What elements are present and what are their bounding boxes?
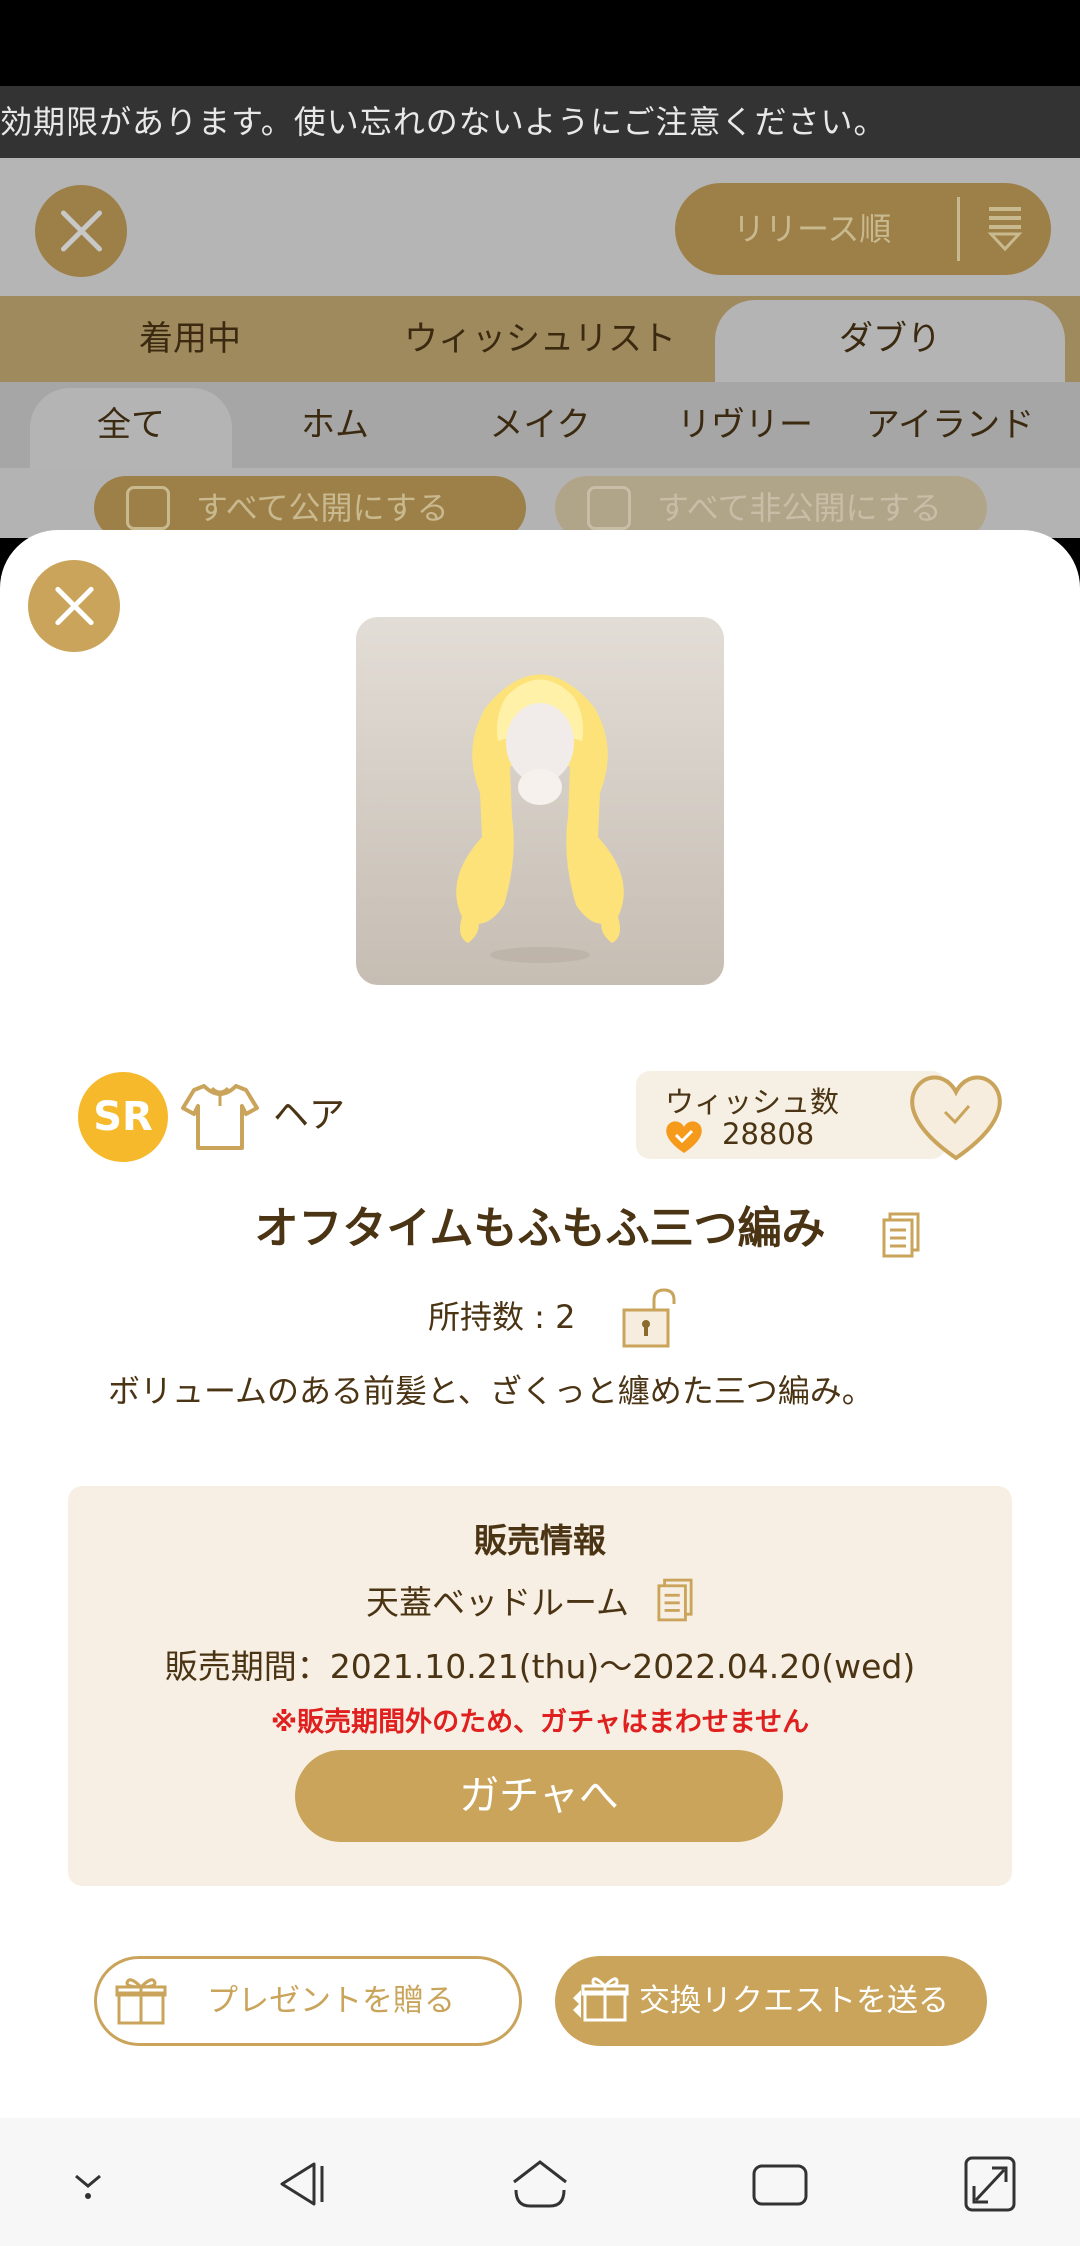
send-trade-request-button[interactable]: 交換リクエストを送る <box>555 1956 987 2046</box>
tab-wearing: 着用中 <box>139 319 241 359</box>
close-button[interactable] <box>28 560 120 652</box>
wish-count: 28808 <box>722 1117 815 1151</box>
shirt-icon <box>181 1084 259 1150</box>
make-all-private-button: すべて非公開にする <box>555 476 987 538</box>
wish-count-box: ウィッシュ数 28808 <box>636 1071 946 1159</box>
background-close-button <box>35 185 127 277</box>
system-nav-bar <box>0 2118 1080 2246</box>
rarity-badge: SR <box>78 1072 168 1162</box>
subtab-hom: ホム <box>301 405 369 445</box>
owned-count: 所持数 : 2 <box>428 1298 576 1336</box>
subtab-make: メイク <box>489 405 591 445</box>
wishlist-heart-button[interactable] <box>905 1068 1007 1164</box>
back-icon[interactable] <box>268 2152 332 2216</box>
sort-label: リリース順 <box>733 210 892 248</box>
item-category: ヘア <box>273 1095 346 1136</box>
unlock-icon[interactable] <box>620 1288 680 1348</box>
background-tabs: 着用中 ウィッシュリスト ダブり <box>0 296 1080 382</box>
status-bar <box>0 0 1080 86</box>
send-present-label: プレゼントを贈る <box>207 1983 455 2019</box>
background-subtabs: 全て ホム メイク リヴリー アイランド <box>0 382 1080 468</box>
make-all-public-button: すべて公開にする <box>94 476 526 538</box>
gacha-name: 天蓋ベッドルーム <box>366 1583 630 1622</box>
recent-apps-icon[interactable] <box>748 2152 812 2216</box>
sales-warning: ※販売期間外のため、ガチャはまわせません <box>270 1707 810 1738</box>
subtab-all: 全て <box>97 405 165 445</box>
document-icon[interactable] <box>657 1578 693 1622</box>
home-icon[interactable] <box>508 2152 572 2216</box>
go-to-gacha-button[interactable]: ガチャへ <box>295 1750 783 1842</box>
send-present-button[interactable]: プレゼントを贈る <box>94 1956 522 2046</box>
item-description: ボリュームのある前髪と、ざくっと纏めた三つ編み。 <box>108 1372 874 1410</box>
notice-marquee: 効期限があります。使い忘れのないようにご注意ください。 <box>0 86 1080 158</box>
heart-icon <box>666 1121 702 1153</box>
sales-info-box: 販売情報 天蓋ベッドルーム 販売期間：2021.10.21(thu)〜2022.… <box>68 1486 1012 1886</box>
background-header: リリース順 <box>0 158 1080 296</box>
document-icon[interactable] <box>882 1212 920 1258</box>
sales-period: 販売期間：2021.10.21(thu)〜2022.04.20(wed) <box>164 1647 916 1686</box>
trade-gift-icon <box>573 1977 629 2022</box>
sales-info-title: 販売情報 <box>474 1521 606 1560</box>
subtab-island: アイランド <box>865 405 1035 445</box>
sort-icon <box>987 207 1023 252</box>
gift-icon <box>115 1978 167 2025</box>
tab-wishlist: ウィッシュリスト <box>404 319 676 359</box>
rotate-icon[interactable] <box>958 2152 1022 2216</box>
wish-count-label: ウィッシュ数 <box>665 1085 840 1119</box>
sort-dropdown: リリース順 <box>675 183 1051 275</box>
item-detail-sheet: SR ヘア ウィッシュ数 28808 オフタイムもふもふ三つ編み 所持数 : 2… <box>0 530 1080 2118</box>
background-screen: リリース順 着用中 ウィッシュリスト ダブり 全て ホム メイク リヴリー アイ… <box>0 158 1080 538</box>
tab-duplicates: ダブり <box>839 319 941 359</box>
item-image <box>356 617 724 985</box>
subtab-livly: リヴリー <box>677 405 813 445</box>
hide-keyboard-icon[interactable] <box>56 2152 120 2216</box>
send-trade-request-label: 交換リクエストを送る <box>639 1983 949 2019</box>
